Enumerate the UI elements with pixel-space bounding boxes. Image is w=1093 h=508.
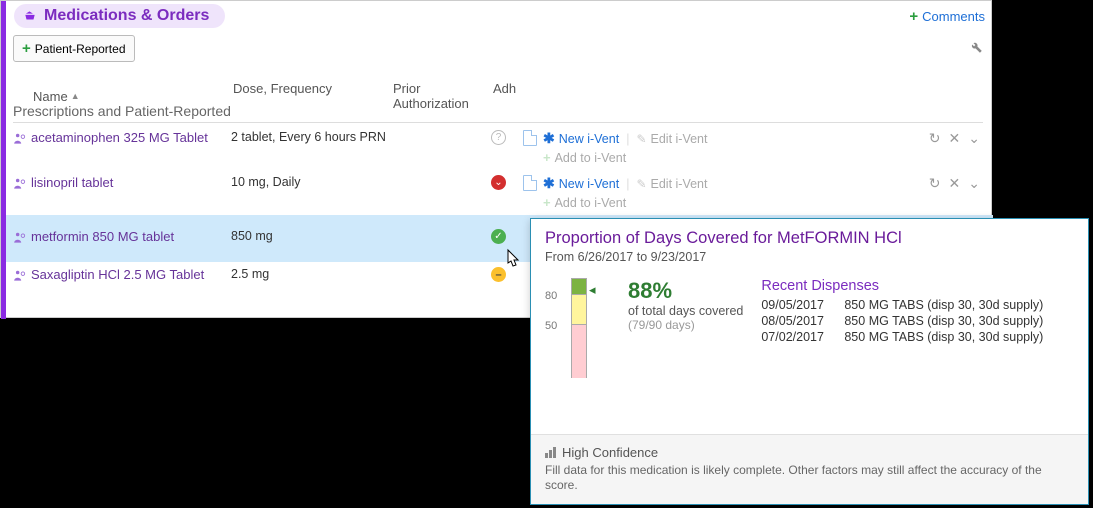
axis-label-80: 80	[545, 290, 557, 302]
mortar-pestle-icon	[22, 8, 38, 24]
chevron-double-down-icon[interactable]: ⌄	[968, 130, 980, 147]
alert-down-icon: ⌄	[491, 175, 506, 190]
med-name[interactable]: Saxagliptin HCl 2.5 MG Tablet	[31, 267, 231, 282]
tooltip-header: Proportion of Days Covered for MetFORMIN…	[531, 219, 1088, 266]
page-icon[interactable]	[523, 175, 537, 191]
adherence-indicator[interactable]: –	[491, 267, 513, 282]
table-row: lisinopril tablet 10 mg, Daily ⌄ ✱ New i…	[6, 170, 993, 215]
table-row: acetaminophen 325 MG Tablet 2 tablet, Ev…	[6, 125, 993, 170]
row-actions: ✱ New i-Vent | ✎ Edit i-Vent + Add to i-…	[513, 175, 986, 210]
adherence-indicator[interactable]: ✓	[491, 229, 513, 244]
med-name[interactable]: metformin 850 MG tablet	[31, 229, 231, 244]
new-ivent-link[interactable]: New i-Vent	[559, 177, 619, 191]
row-actions: ✱ New i-Vent | ✎ Edit i-Vent + Add to i-…	[513, 130, 986, 165]
refresh-icon[interactable]: ↻	[929, 175, 941, 192]
tooltip-body: 80 50 ◂ 88% of total days covered (79/90…	[531, 266, 1088, 388]
row-end-icons: ↻ ✕ ⌄	[929, 175, 986, 192]
close-icon[interactable]: ✕	[949, 175, 961, 192]
adherence-tooltip: Proportion of Days Covered for MetFORMIN…	[530, 218, 1089, 505]
person-pill-icon	[13, 175, 31, 194]
band-yellow	[572, 295, 586, 325]
ok-check-icon: ✓	[491, 229, 506, 244]
pdc-sub1: of total days covered	[628, 304, 743, 318]
pencil-icon: ✎	[636, 177, 646, 191]
confidence-line: High Confidence	[545, 445, 1074, 460]
dispense-row: 08/05/2017 850 MG TABS (disp 30, 30d sup…	[761, 314, 1074, 328]
warn-minus-icon: –	[491, 267, 506, 282]
dispense-date: 09/05/2017	[761, 298, 836, 312]
header-pill[interactable]: Medications & Orders	[14, 4, 225, 28]
dispense-text: 850 MG TABS (disp 30, 30d supply)	[844, 314, 1043, 328]
med-dose: 10 mg, Daily	[231, 175, 391, 189]
edit-ivent-link[interactable]: Edit i-Vent	[651, 132, 708, 146]
confidence-label: High Confidence	[562, 445, 658, 460]
tooltip-footer: High Confidence Fill data for this medic…	[531, 434, 1088, 504]
tooltip-title: Proportion of Days Covered for MetFORMIN…	[545, 229, 1074, 248]
bars-icon	[545, 447, 556, 458]
pct-wrap: 88% of total days covered (79/90 days)	[628, 278, 743, 378]
marker-icon: ◂	[589, 282, 596, 298]
pdc-sub2: (79/90 days)	[628, 318, 743, 332]
pdc-percent: 88%	[628, 278, 743, 304]
page-icon[interactable]	[523, 130, 537, 146]
panel-header: Medications & Orders + Comments	[6, 1, 993, 31]
sort-asc-icon: ▲	[71, 91, 80, 101]
add-ivent-link[interactable]: Add to i-Vent	[555, 196, 627, 210]
question-icon: ?	[491, 130, 506, 145]
dispense-text: 850 MG TABS (disp 30, 30d supply)	[844, 330, 1043, 344]
asterisk-icon: ✱	[543, 175, 555, 192]
close-icon[interactable]: ✕	[949, 130, 961, 147]
plus-icon: +	[543, 195, 551, 210]
comments-link[interactable]: + Comments	[909, 8, 985, 25]
med-name[interactable]: acetaminophen 325 MG Tablet	[31, 130, 231, 145]
asterisk-icon: ✱	[543, 130, 555, 147]
dispenses-title: Recent Dispenses	[761, 278, 1074, 294]
person-pill-icon	[13, 229, 31, 248]
med-dose: 850 mg	[231, 229, 391, 243]
pdc-chart: 80 50 ◂	[545, 278, 610, 378]
dispense-row: 09/05/2017 850 MG TABS (disp 30, 30d sup…	[761, 298, 1074, 312]
med-dose: 2.5 mg	[231, 267, 391, 281]
panel-title: Medications & Orders	[44, 7, 209, 25]
new-ivent-link[interactable]: New i-Vent	[559, 132, 619, 146]
person-pill-icon	[13, 130, 31, 149]
row-end-icons: ↻ ✕ ⌄	[929, 130, 986, 147]
axis-label-50: 50	[545, 320, 557, 332]
dispense-date: 07/02/2017	[761, 330, 836, 344]
add-ivent-link[interactable]: Add to i-Vent	[555, 151, 627, 165]
plus-icon: +	[22, 40, 31, 57]
edit-ivent-link[interactable]: Edit i-Vent	[651, 177, 708, 191]
dispenses-block: Recent Dispenses 09/05/2017 850 MG TABS …	[761, 278, 1074, 378]
pdc-bar	[571, 278, 587, 378]
dispense-date: 08/05/2017	[761, 314, 836, 328]
med-dose: 2 tablet, Every 6 hours PRN	[231, 130, 391, 144]
section-header: Prescriptions and Patient-Reported	[13, 103, 983, 123]
refresh-icon[interactable]: ↻	[929, 130, 941, 147]
comments-label: Comments	[922, 9, 985, 24]
chevron-double-down-icon[interactable]: ⌄	[968, 175, 980, 192]
band-green	[572, 279, 586, 295]
wrench-icon[interactable]	[968, 39, 983, 58]
pencil-icon: ✎	[636, 132, 646, 146]
dispense-text: 850 MG TABS (disp 30, 30d supply)	[844, 298, 1043, 312]
person-pill-icon	[13, 267, 31, 286]
dispense-row: 07/02/2017 850 MG TABS (disp 30, 30d sup…	[761, 330, 1074, 344]
plus-icon: +	[909, 8, 918, 25]
confidence-text: Fill data for this medication is likely …	[545, 463, 1074, 494]
med-name[interactable]: lisinopril tablet	[31, 175, 231, 190]
adherence-indicator[interactable]: ?	[491, 130, 513, 145]
band-red	[572, 325, 586, 378]
plus-icon: +	[543, 150, 551, 165]
patient-reported-label: Patient-Reported	[35, 42, 126, 56]
subheader: + Patient-Reported	[13, 35, 983, 62]
adherence-indicator[interactable]: ⌄	[491, 175, 513, 190]
patient-reported-button[interactable]: + Patient-Reported	[13, 35, 135, 62]
tooltip-date-range: From 6/26/2017 to 9/23/2017	[545, 250, 1074, 264]
